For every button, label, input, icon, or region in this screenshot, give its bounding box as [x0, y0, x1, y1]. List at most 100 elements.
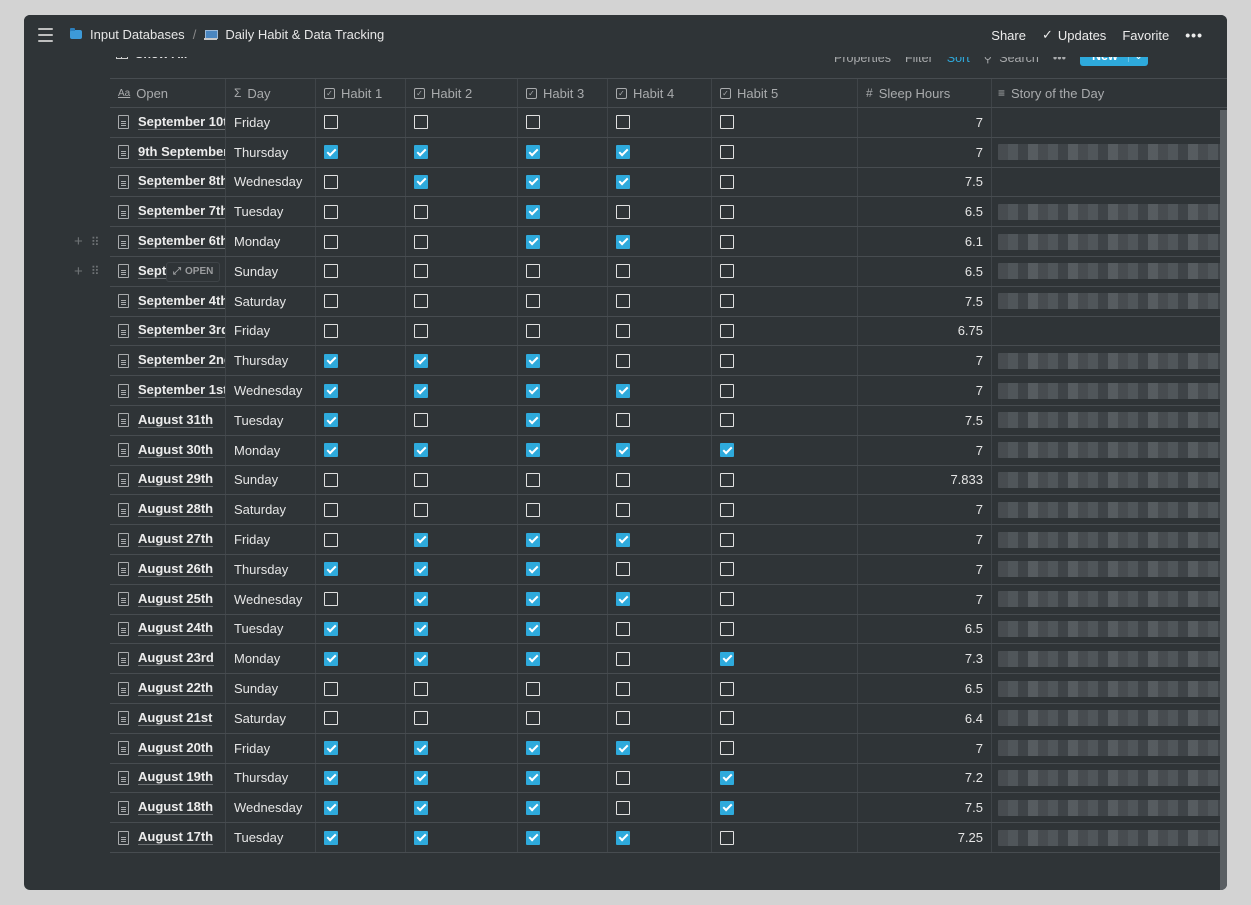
- habit-4-checkbox[interactable]: [616, 443, 630, 458]
- habit-3-checkbox[interactable]: [526, 294, 540, 309]
- habit-3-checkbox[interactable]: [526, 770, 540, 785]
- habit-1-checkbox[interactable]: [324, 681, 338, 696]
- habit-5-checkbox[interactable]: [720, 443, 734, 458]
- habit-1-checkbox[interactable]: [324, 204, 338, 219]
- open-page-button[interactable]: ⤢ OPEN: [166, 261, 221, 282]
- habit-4-checkbox[interactable]: [616, 592, 630, 607]
- habit-5-checkbox[interactable]: [720, 830, 734, 845]
- cell-title[interactable]: August 18th: [110, 793, 226, 823]
- habit-1-checkbox[interactable]: [324, 621, 338, 636]
- habit-4-checkbox[interactable]: [616, 174, 630, 189]
- habit-5-checkbox[interactable]: [720, 770, 734, 785]
- habit-1-checkbox[interactable]: [324, 711, 338, 726]
- habit-4-checkbox[interactable]: [616, 770, 630, 785]
- row-title-link[interactable]: August 23rd: [138, 651, 214, 667]
- cell-story[interactable]: [992, 615, 1227, 644]
- habit-1-checkbox[interactable]: [324, 323, 338, 338]
- row-title-link[interactable]: September 2nd: [138, 353, 225, 369]
- habit-2-checkbox[interactable]: [414, 800, 428, 815]
- cell-story[interactable]: [992, 704, 1227, 733]
- habit-5-checkbox[interactable]: [720, 562, 734, 577]
- cell-title[interactable]: August 17th: [110, 823, 226, 852]
- habit-2-checkbox[interactable]: [414, 741, 428, 756]
- habit-4-checkbox[interactable]: [616, 264, 630, 279]
- row-title-link[interactable]: August 24th: [138, 621, 214, 637]
- habit-5-checkbox[interactable]: [720, 323, 734, 338]
- habit-2-checkbox[interactable]: [414, 562, 428, 577]
- habit-1-checkbox[interactable]: [324, 800, 338, 815]
- habit-4-checkbox[interactable]: [616, 562, 630, 577]
- habit-1-checkbox[interactable]: [324, 443, 338, 458]
- habit-2-checkbox[interactable]: [414, 443, 428, 458]
- habit-4-checkbox[interactable]: [616, 711, 630, 726]
- habit-2-checkbox[interactable]: [414, 711, 428, 726]
- cell-story[interactable]: [992, 764, 1227, 793]
- cell-story[interactable]: [992, 257, 1227, 286]
- cell-story[interactable]: [992, 168, 1227, 197]
- habit-2-checkbox[interactable]: [414, 145, 428, 160]
- habit-5-checkbox[interactable]: [720, 532, 734, 547]
- habit-3-checkbox[interactable]: [526, 592, 540, 607]
- habit-4-checkbox[interactable]: [616, 651, 630, 666]
- habit-2-checkbox[interactable]: [414, 502, 428, 517]
- cell-title[interactable]: August 24th: [110, 614, 226, 644]
- cell-title[interactable]: August 23rd: [110, 644, 226, 674]
- habit-5-checkbox[interactable]: [720, 681, 734, 696]
- habit-4-checkbox[interactable]: [616, 413, 630, 428]
- habit-5-checkbox[interactable]: [720, 264, 734, 279]
- habit-2-checkbox[interactable]: [414, 592, 428, 607]
- cell-story[interactable]: [992, 317, 1227, 346]
- habit-4-checkbox[interactable]: [616, 532, 630, 547]
- favorite-button[interactable]: Favorite: [1122, 28, 1169, 43]
- cell-story[interactable]: [992, 644, 1227, 673]
- cell-story[interactable]: [992, 823, 1227, 852]
- cell-title[interactable]: August 27th: [110, 525, 226, 554]
- row-title-link[interactable]: August 17th: [138, 830, 214, 846]
- cell-title[interactable]: August 20th: [110, 733, 226, 763]
- drag-handle-icon[interactable]: ⠿: [91, 264, 100, 278]
- scrollbar[interactable]: [1220, 110, 1227, 890]
- column-header-habit-2[interactable]: ✓ Habit 2: [406, 79, 518, 107]
- habit-3-checkbox[interactable]: [526, 174, 540, 189]
- habit-5-checkbox[interactable]: [720, 741, 734, 756]
- row-title-link[interactable]: August 20th: [138, 740, 214, 756]
- habit-4-checkbox[interactable]: [616, 294, 630, 309]
- habit-3-checkbox[interactable]: [526, 502, 540, 517]
- row-title-link[interactable]: August 18th: [138, 800, 214, 816]
- row-title-link[interactable]: August 27th: [138, 532, 214, 548]
- cell-title[interactable]: August 31th: [110, 405, 226, 435]
- column-header-habit-4[interactable]: ✓ Habit 4: [608, 79, 712, 107]
- habit-4-checkbox[interactable]: [616, 204, 630, 219]
- cell-title[interactable]: September 5th ⤢ OPEN: [110, 256, 226, 286]
- menu-icon[interactable]: [38, 28, 53, 42]
- habit-1-checkbox[interactable]: [324, 353, 338, 368]
- habit-3-checkbox[interactable]: [526, 681, 540, 696]
- habit-2-checkbox[interactable]: [414, 770, 428, 785]
- row-title-link[interactable]: August 26th: [138, 561, 214, 577]
- habit-2-checkbox[interactable]: [414, 681, 428, 696]
- habit-3-checkbox[interactable]: [526, 353, 540, 368]
- cell-story[interactable]: [992, 108, 1227, 137]
- habit-3-checkbox[interactable]: [526, 532, 540, 547]
- row-title-link[interactable]: August 30th: [138, 442, 214, 458]
- cell-title[interactable]: September 4th: [110, 286, 226, 316]
- cell-story[interactable]: [992, 287, 1227, 316]
- cell-title[interactable]: September 8th: [110, 167, 226, 197]
- row-title-link[interactable]: September 5th: [138, 264, 168, 279]
- habit-3-checkbox[interactable]: [526, 264, 540, 279]
- cell-title[interactable]: September 3rd: [110, 316, 226, 346]
- habit-4-checkbox[interactable]: [616, 383, 630, 398]
- habit-5-checkbox[interactable]: [720, 651, 734, 666]
- row-title-link[interactable]: August 28th: [138, 502, 214, 518]
- cell-title[interactable]: August 22th: [110, 674, 226, 703]
- habit-5-checkbox[interactable]: [720, 621, 734, 636]
- habit-3-checkbox[interactable]: [526, 651, 540, 666]
- habit-5-checkbox[interactable]: [720, 592, 734, 607]
- habit-5-checkbox[interactable]: [720, 472, 734, 487]
- cell-story[interactable]: [992, 406, 1227, 435]
- habit-4-checkbox[interactable]: [616, 115, 630, 130]
- updates-button[interactable]: ✓ Updates: [1042, 27, 1106, 43]
- habit-4-checkbox[interactable]: [616, 502, 630, 517]
- habit-3-checkbox[interactable]: [526, 413, 540, 428]
- cell-title[interactable]: August 26th: [110, 554, 226, 584]
